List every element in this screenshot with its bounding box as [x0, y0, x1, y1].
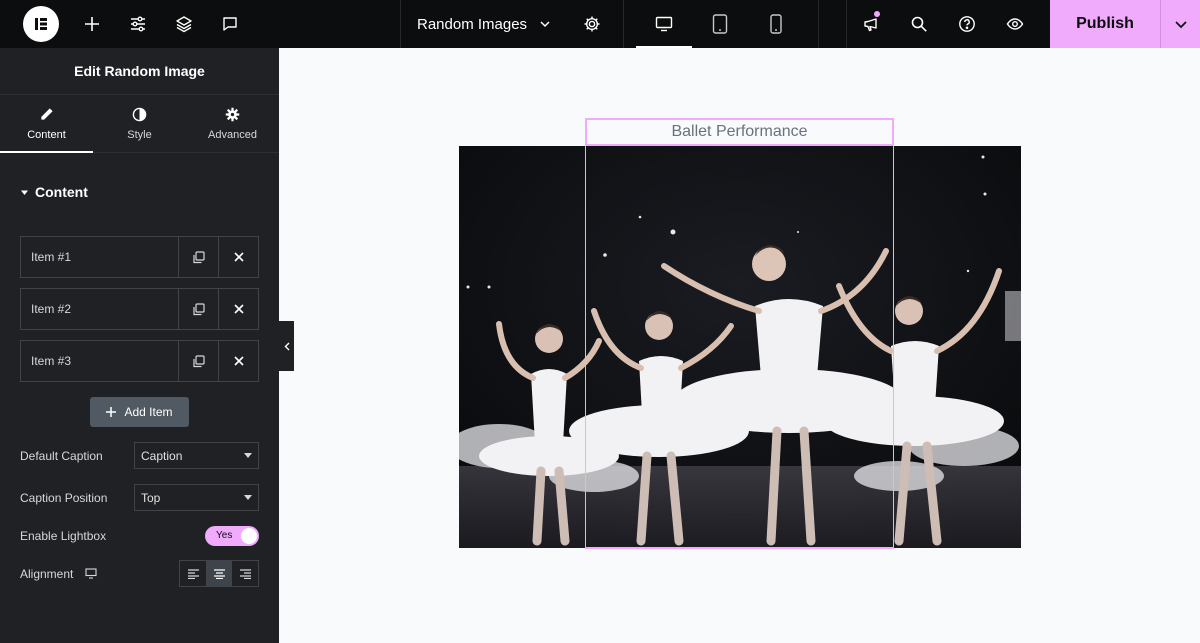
repeater-item[interactable]: Item #3	[20, 340, 259, 382]
control-label: Caption Position	[20, 490, 108, 505]
top-bar-left	[0, 0, 253, 48]
tab-label: Advanced	[208, 128, 257, 141]
divider	[623, 0, 625, 48]
panel-title: Edit Random Image	[0, 48, 279, 95]
eye-icon[interactable]	[991, 0, 1039, 48]
sliders-icon[interactable]	[115, 0, 161, 48]
tab-style[interactable]: Style	[93, 95, 186, 152]
tab-label: Content	[27, 128, 66, 141]
publish-button[interactable]: Publish	[1050, 0, 1160, 48]
duplicate-icon[interactable]	[178, 289, 218, 329]
mobile-icon[interactable]	[748, 0, 804, 48]
section-toggle-content[interactable]: Content	[0, 175, 279, 209]
alignment-control: Alignment	[20, 560, 259, 587]
repeater-item-label: Item #1	[31, 250, 72, 264]
half-circle-icon	[132, 107, 147, 121]
lightbox-control: Enable Lightbox Yes	[20, 522, 259, 549]
caption-position-select[interactable]: Top	[134, 484, 259, 511]
document-switcher[interactable]: Random Images	[401, 0, 617, 48]
plus-icon[interactable]	[69, 0, 115, 48]
gear-icon	[225, 107, 240, 121]
notification-dot	[874, 11, 880, 17]
comment-icon[interactable]	[207, 0, 253, 48]
top-bar: Random Images Publish	[0, 0, 1200, 48]
pencil-icon	[41, 107, 53, 120]
chevron-down-icon	[1174, 21, 1187, 29]
add-item-label: Add Item	[124, 405, 173, 419]
publish-options-button[interactable]	[1160, 0, 1200, 48]
duplicate-icon[interactable]	[178, 341, 218, 381]
desktop-icon[interactable]	[636, 0, 693, 48]
align-center-icon[interactable]	[206, 561, 232, 586]
gear-icon[interactable]	[583, 15, 601, 33]
control-label: Enable Lightbox	[20, 528, 107, 543]
caret-down-icon	[21, 190, 28, 195]
elementor-logo-icon[interactable]	[23, 6, 59, 42]
top-bar-right	[846, 0, 1039, 48]
close-icon[interactable]	[218, 289, 258, 329]
chevron-down-icon	[540, 21, 550, 28]
close-icon[interactable]	[218, 237, 258, 277]
search-icon[interactable]	[895, 0, 943, 48]
alignment-label-group: Alignment	[20, 567, 97, 581]
tab-content[interactable]: Content	[0, 95, 93, 153]
select-value: Top	[141, 490, 161, 505]
default-caption-control: Default Caption Caption	[20, 442, 259, 469]
tab-label: Style	[127, 128, 152, 141]
chevron-left-icon	[284, 342, 289, 350]
alignment-choices	[179, 560, 259, 587]
tablet-icon[interactable]	[692, 0, 748, 48]
announcement-icon[interactable]	[847, 0, 895, 48]
section-title: Content	[35, 184, 88, 200]
repeater-item-label: Item #3	[31, 354, 72, 368]
repeater-item[interactable]: Item #2	[20, 288, 259, 330]
control-label: Alignment	[20, 566, 74, 581]
toggle-knob	[241, 527, 257, 544]
image-caption[interactable]: Ballet Performance	[585, 118, 894, 146]
close-icon[interactable]	[218, 341, 258, 381]
caret-down-icon	[244, 495, 252, 500]
align-left-icon[interactable]	[180, 561, 206, 586]
add-item-button[interactable]: Add Item	[90, 397, 189, 427]
caret-down-icon	[244, 453, 252, 458]
collapse-panel-button[interactable]	[279, 321, 294, 371]
toggle-label: Yes	[216, 529, 233, 541]
select-value: Caption	[141, 448, 183, 463]
widget-selection-outline	[585, 146, 894, 549]
control-label: Default Caption	[20, 448, 103, 463]
plus-icon	[106, 407, 117, 417]
document-title: Random Images	[417, 15, 528, 33]
repeater-item-label: Item #2	[31, 302, 72, 316]
desktop-icon[interactable]	[85, 568, 97, 579]
duplicate-icon[interactable]	[178, 237, 218, 277]
editor-panel: Edit Random Image Content Style Advanced…	[0, 48, 279, 643]
default-caption-select[interactable]: Caption	[134, 442, 259, 469]
panel-tabs: Content Style Advanced	[0, 95, 279, 153]
divider	[818, 0, 820, 48]
help-icon[interactable]	[943, 0, 991, 48]
top-bar-center: Random Images	[400, 0, 820, 48]
lightbox-toggle[interactable]: Yes	[205, 525, 259, 546]
repeater-item[interactable]: Item #1	[20, 236, 259, 278]
tab-advanced[interactable]: Advanced	[186, 95, 279, 152]
layers-icon[interactable]	[161, 0, 207, 48]
align-right-icon[interactable]	[232, 561, 258, 586]
caption-position-control: Caption Position Top	[20, 484, 259, 511]
